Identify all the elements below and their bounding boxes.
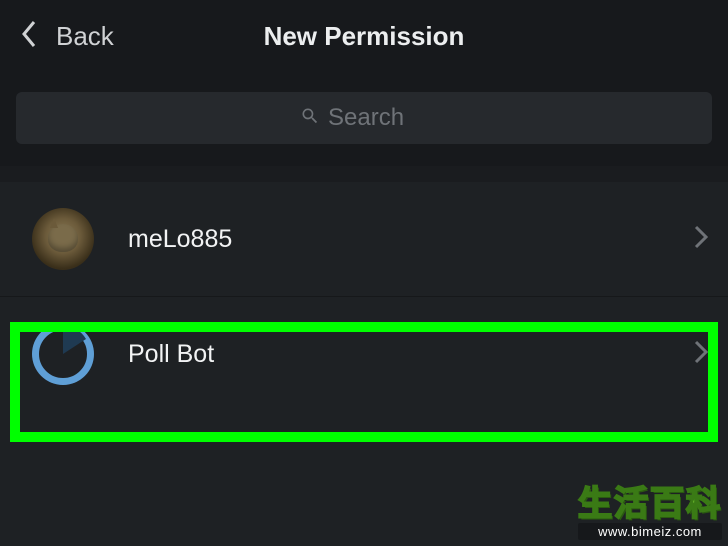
search-icon <box>300 106 320 131</box>
avatar <box>32 323 94 385</box>
section-spacer <box>0 166 728 182</box>
search-bar[interactable] <box>16 92 712 144</box>
watermark-text: 生活百科 <box>578 476 722 525</box>
user-list: meLo885 Poll Bot <box>0 182 728 411</box>
chevron-right-icon <box>694 225 708 254</box>
list-item[interactable]: Poll Bot <box>0 297 728 411</box>
avatar <box>32 208 94 270</box>
user-name: meLo885 <box>128 225 694 254</box>
back-label: Back <box>56 21 114 52</box>
page-title: New Permission <box>264 21 465 52</box>
search-input[interactable] <box>328 104 428 132</box>
watermark: 生活百科 www.bimeiz.com <box>578 476 722 540</box>
user-name: Poll Bot <box>128 340 694 369</box>
back-button[interactable]: Back <box>0 19 114 54</box>
chevron-right-icon <box>694 340 708 369</box>
watermark-url: www.bimeiz.com <box>578 523 722 540</box>
chevron-left-icon <box>20 19 38 54</box>
header-bar: Back New Permission <box>0 0 728 72</box>
list-item[interactable]: meLo885 <box>0 182 728 296</box>
search-section <box>0 72 728 166</box>
